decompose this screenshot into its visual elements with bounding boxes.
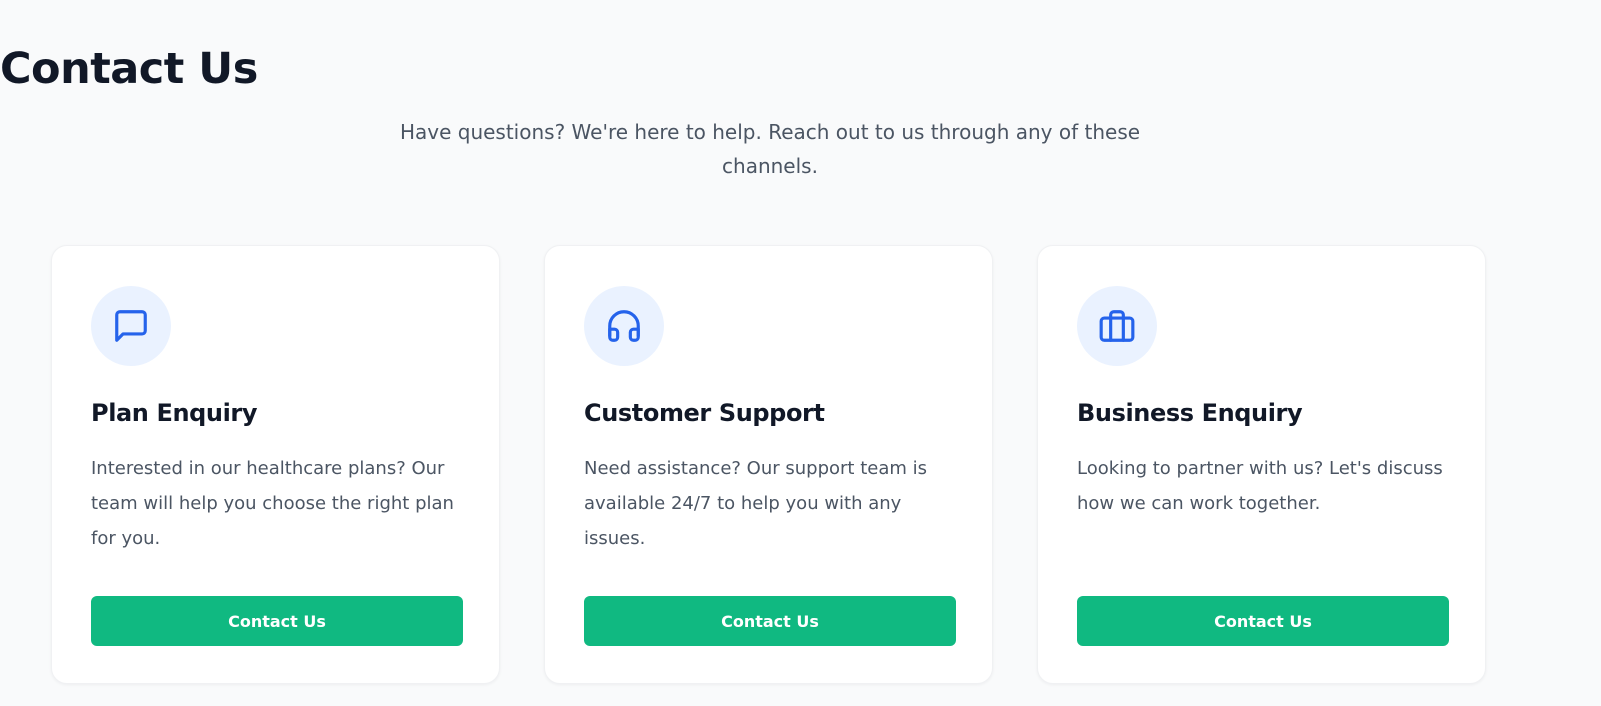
headphones-icon xyxy=(584,286,664,366)
card-title: Plan Enquiry xyxy=(91,399,258,427)
card-description: Looking to partner with us? Let's discus… xyxy=(1077,458,1443,514)
customer-support-contact-button[interactable]: Contact Us xyxy=(584,596,956,646)
plan-enquiry-card: Plan Enquiry Interested in our healthcar… xyxy=(51,245,500,684)
card-description: Interested in our healthcare plans? Our … xyxy=(91,458,454,549)
headphones-svg xyxy=(608,310,640,342)
briefcase-icon xyxy=(1077,286,1157,366)
message-square-icon xyxy=(91,286,171,366)
page-subtitle: Have questions? We're here to help. Reac… xyxy=(399,120,1141,178)
card-description: Need assistance? Our support team is ava… xyxy=(584,458,927,549)
business-enquiry-contact-button[interactable]: Contact Us xyxy=(1077,596,1449,646)
customer-support-card: Customer Support Need assistance? Our su… xyxy=(544,245,993,684)
plan-enquiry-contact-button[interactable]: Contact Us xyxy=(91,596,463,646)
business-enquiry-card: Business Enquiry Looking to partner with… xyxy=(1037,245,1486,684)
page-title: Contact Us xyxy=(0,44,258,94)
briefcase-svg xyxy=(1099,310,1135,342)
message-square-svg xyxy=(115,310,147,342)
card-title: Customer Support xyxy=(584,399,825,427)
card-title: Business Enquiry xyxy=(1077,399,1303,427)
